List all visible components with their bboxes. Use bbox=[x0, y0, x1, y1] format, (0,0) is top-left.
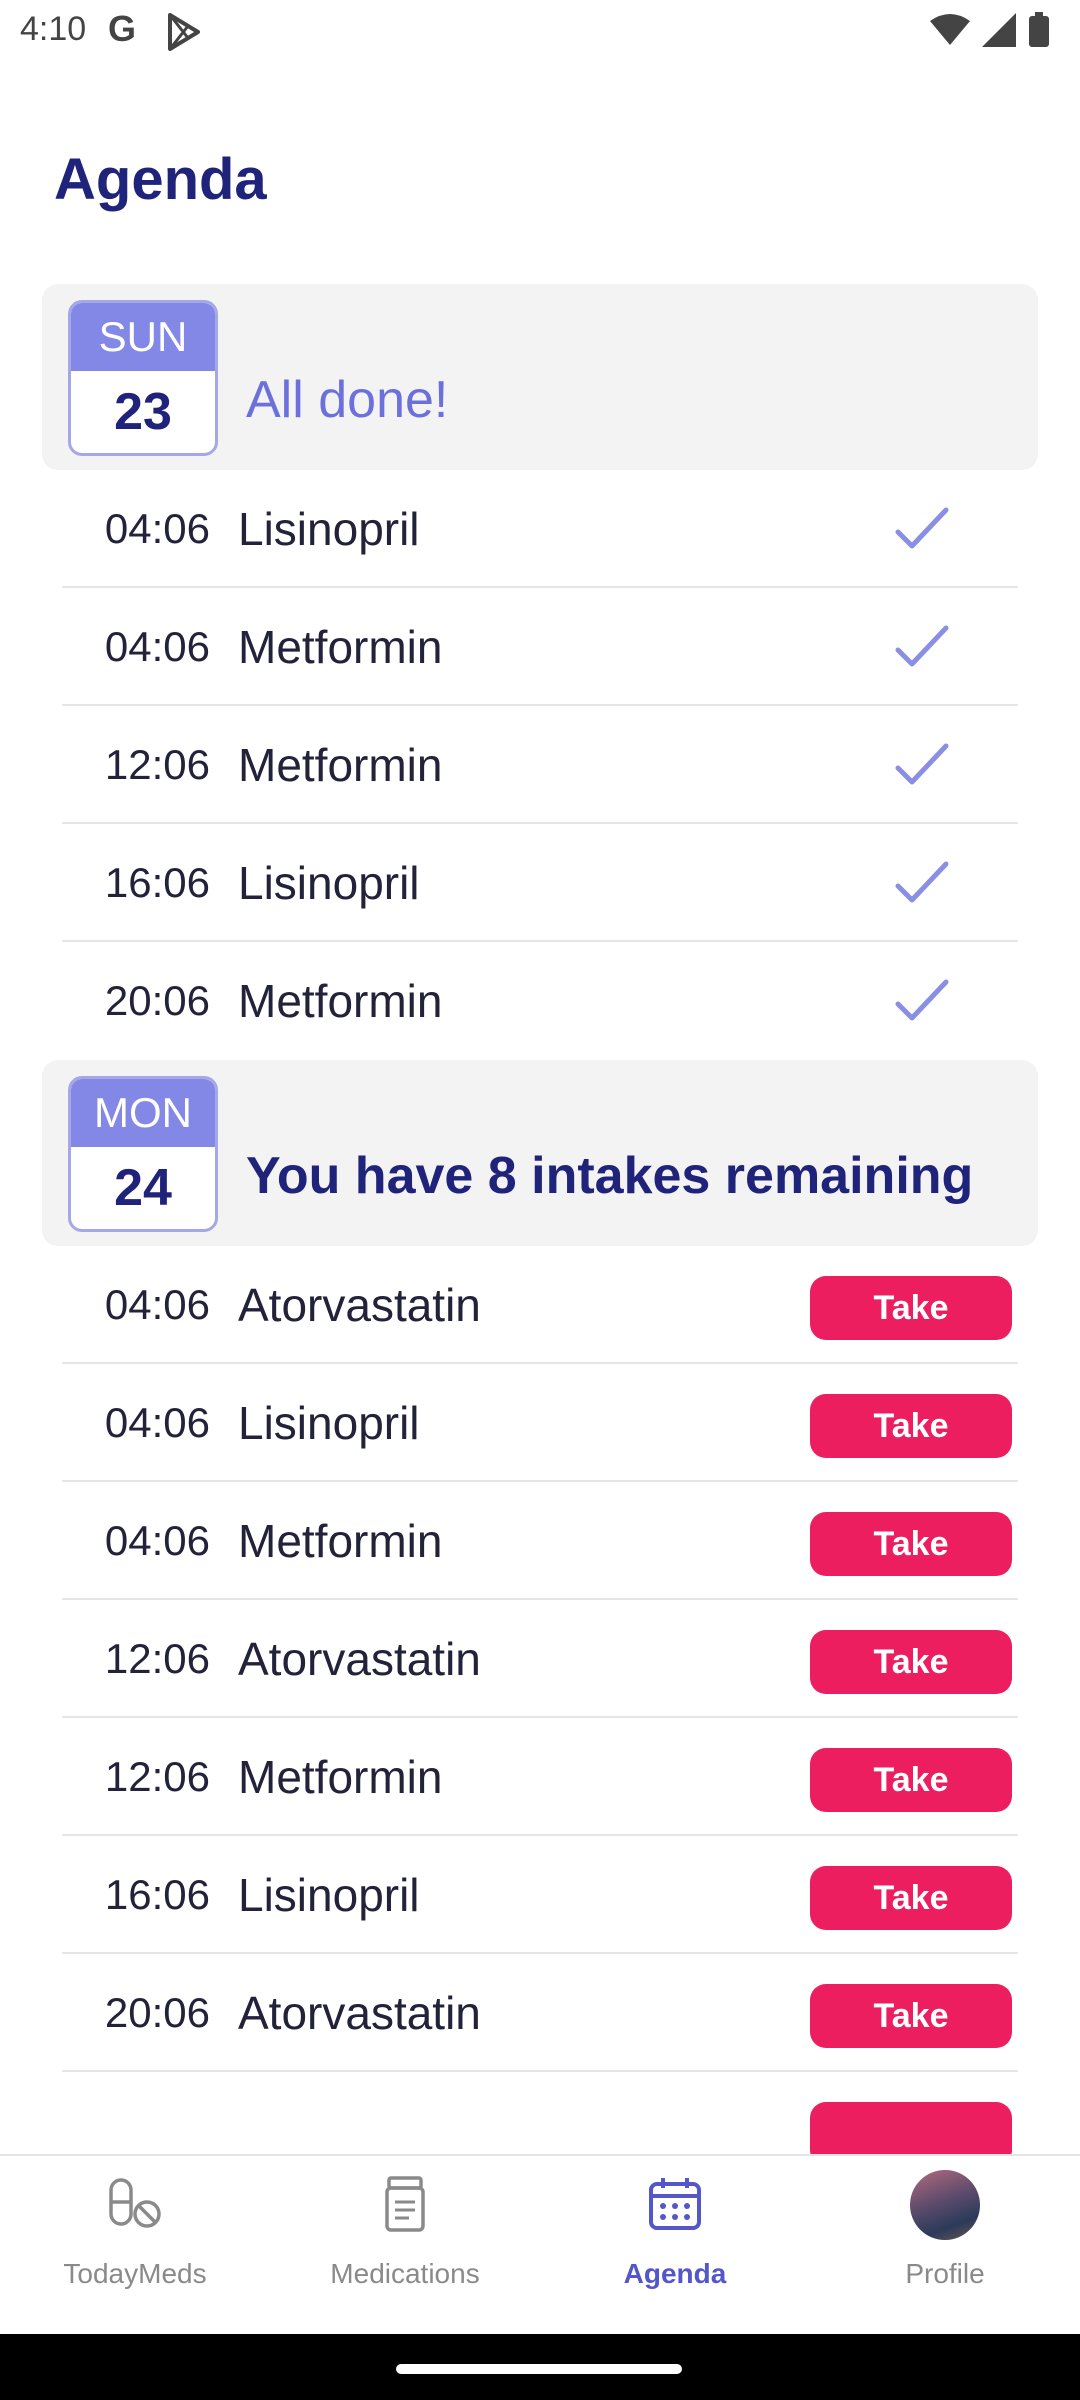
nav-item-profile[interactable]: Profile bbox=[810, 2156, 1080, 2336]
intake-row: 04:06 Metformin Take bbox=[62, 1482, 1018, 1600]
weekday-label: MON bbox=[71, 1079, 215, 1147]
calendar-badge: SUN 23 bbox=[68, 300, 218, 456]
calendar-badge: MON 24 bbox=[68, 1076, 218, 1232]
medication-name: Lisinopril bbox=[238, 857, 420, 909]
medication-name: Metformin bbox=[238, 1515, 443, 1567]
intake-time: 04:06 bbox=[104, 505, 210, 552]
intake-row: 12:06 Metformin Take bbox=[62, 1718, 1018, 1836]
signal-icon bbox=[982, 13, 1016, 47]
take-button[interactable]: Take bbox=[810, 1866, 1012, 1930]
intake-time bbox=[62, 2072, 210, 2154]
intake-row: 20:06 Atorvastatin Take bbox=[62, 1954, 1018, 2072]
battery-icon bbox=[1029, 12, 1049, 47]
bottom-navigation: TodayMeds Medications Agenda Profile bbox=[0, 2154, 1080, 2334]
home-indicator[interactable] bbox=[396, 2364, 682, 2374]
agenda-list[interactable]: SUN 23 All done! 04:06 Lisinopril 04:06 … bbox=[0, 284, 1080, 2154]
intake-row[interactable]: 12:06 Metformin bbox=[62, 706, 1018, 824]
intake-row: 12:06 Atorvastatin Take bbox=[62, 1600, 1018, 1718]
intake-time: 16:06 bbox=[104, 859, 210, 906]
status-time: 4:10 bbox=[20, 10, 87, 48]
day-status-message: All done! bbox=[246, 371, 449, 429]
take-button[interactable]: Take bbox=[810, 1748, 1012, 1812]
nav-label: Profile bbox=[905, 2258, 985, 2289]
medication-name: Metformin bbox=[238, 739, 443, 791]
check-icon bbox=[895, 743, 949, 785]
intake-row: 04:06 Atorvastatin Take bbox=[62, 1246, 1018, 1364]
medication-name: Atorvastatin bbox=[238, 1279, 481, 1331]
medication-name: Atorvastatin bbox=[238, 1987, 481, 2039]
intake-time: 16:06 bbox=[104, 1871, 210, 1918]
intake-row[interactable]: 04:06 Metformin bbox=[62, 588, 1018, 706]
play-store-icon bbox=[168, 13, 200, 51]
take-button[interactable]: Take bbox=[810, 1984, 1012, 2048]
wifi-icon bbox=[930, 14, 970, 45]
page-title: Agenda bbox=[54, 147, 267, 212]
take-button[interactable]: Take bbox=[810, 1394, 1012, 1458]
take-button[interactable]: Take bbox=[810, 1512, 1012, 1576]
check-icon bbox=[895, 625, 949, 667]
medication-name: Metformin bbox=[238, 1751, 443, 1803]
medication-name: Atorvastatin bbox=[238, 1633, 481, 1685]
take-button[interactable]: Take bbox=[810, 1276, 1012, 1340]
check-icon bbox=[895, 507, 949, 549]
day-header-sun: SUN 23 All done! bbox=[42, 284, 1038, 470]
intake-time: 12:06 bbox=[104, 741, 210, 788]
intake-time: 20:06 bbox=[104, 977, 210, 1024]
pill-icon bbox=[109, 2178, 161, 2228]
day-number: 23 bbox=[114, 383, 172, 441]
intake-time: 04:06 bbox=[104, 1281, 210, 1328]
intake-row: 04:06 Lisinopril Take bbox=[62, 1364, 1018, 1482]
nav-label: TodayMeds bbox=[63, 2258, 207, 2289]
gesture-bar bbox=[0, 2334, 1080, 2400]
intake-row[interactable]: 16:06 Lisinopril bbox=[62, 824, 1018, 942]
status-bar: 4:10 G bbox=[0, 0, 1080, 64]
avatar bbox=[910, 2170, 980, 2240]
take-button[interactable]: Take bbox=[810, 1630, 1012, 1694]
intake-time: 12:06 bbox=[104, 1753, 210, 1800]
medication-name: Lisinopril bbox=[238, 1869, 420, 1921]
google-icon: G bbox=[108, 8, 137, 49]
check-icon bbox=[895, 979, 949, 1021]
day-header-mon: MON 24 You have 8 intakes remaining bbox=[42, 1060, 1038, 1246]
check-icon bbox=[895, 861, 949, 903]
prescription-bottle-icon bbox=[385, 2176, 425, 2232]
intake-row[interactable]: 04:06 Lisinopril bbox=[62, 470, 1018, 588]
intake-time: 12:06 bbox=[104, 1635, 210, 1682]
intake-time: 04:06 bbox=[104, 1399, 210, 1446]
take-button[interactable] bbox=[810, 2102, 1012, 2154]
intake-row bbox=[62, 2072, 1018, 2154]
intake-row[interactable]: 20:06 Metformin bbox=[62, 942, 1018, 1060]
medication-name: Metformin bbox=[238, 975, 443, 1027]
intake-time: 04:06 bbox=[104, 1517, 210, 1564]
nav-item-agenda[interactable]: Agenda bbox=[540, 2156, 810, 2336]
nav-label: Medications bbox=[330, 2258, 480, 2289]
intake-time: 04:06 bbox=[104, 623, 210, 670]
nav-item-medications[interactable]: Medications bbox=[270, 2156, 540, 2336]
medication-name: Lisinopril bbox=[238, 1397, 420, 1449]
day-status-message: You have 8 intakes remaining bbox=[246, 1147, 974, 1205]
nav-label: Agenda bbox=[623, 2258, 727, 2289]
medication-name: Metformin bbox=[238, 621, 443, 673]
medication-name: Lisinopril bbox=[238, 503, 420, 555]
weekday-label: SUN bbox=[71, 303, 215, 371]
calendar-icon bbox=[649, 2178, 701, 2230]
intake-row: 16:06 Lisinopril Take bbox=[62, 1836, 1018, 1954]
day-number: 24 bbox=[114, 1159, 172, 1217]
nav-item-todaymeds[interactable]: TodayMeds bbox=[0, 2156, 270, 2336]
intake-time: 20:06 bbox=[104, 1989, 210, 2036]
